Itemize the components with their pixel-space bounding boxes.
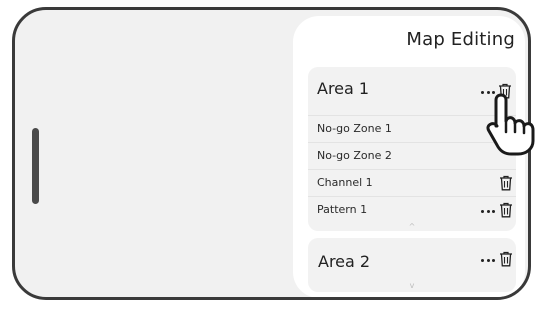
area-title: Area 2	[318, 252, 371, 271]
hand-pointer-icon	[486, 93, 535, 156]
chevron-up-icon[interactable]: ^	[409, 223, 416, 231]
home-indicator-bar[interactable]	[32, 128, 39, 204]
list-item-label: No-go Zone 1	[317, 122, 392, 135]
map-editing-panel: Map Editing Area 1 No-go Zone 1 No-go Zo…	[293, 16, 525, 297]
list-item-label: Pattern 1	[317, 203, 368, 216]
more-horizontal-icon[interactable]	[481, 209, 495, 213]
more-horizontal-icon[interactable]	[481, 258, 495, 262]
trash-icon[interactable]	[499, 175, 513, 191]
list-item-label: Channel 1	[317, 176, 373, 189]
list-item[interactable]: Pattern 1	[308, 197, 516, 223]
chevron-down-icon[interactable]: v	[410, 282, 415, 290]
area-title: Area 1	[317, 79, 370, 98]
trash-icon[interactable]	[499, 202, 513, 218]
area-card-2[interactable]: Area 2 v	[308, 238, 516, 292]
device-frame: Map Editing Area 1 No-go Zone 1 No-go Zo…	[12, 7, 531, 300]
list-item-label: No-go Zone 2	[317, 149, 392, 162]
panel-title: Map Editing	[406, 29, 515, 50]
trash-icon[interactable]	[499, 251, 513, 267]
list-item[interactable]: Channel 1	[308, 170, 516, 197]
